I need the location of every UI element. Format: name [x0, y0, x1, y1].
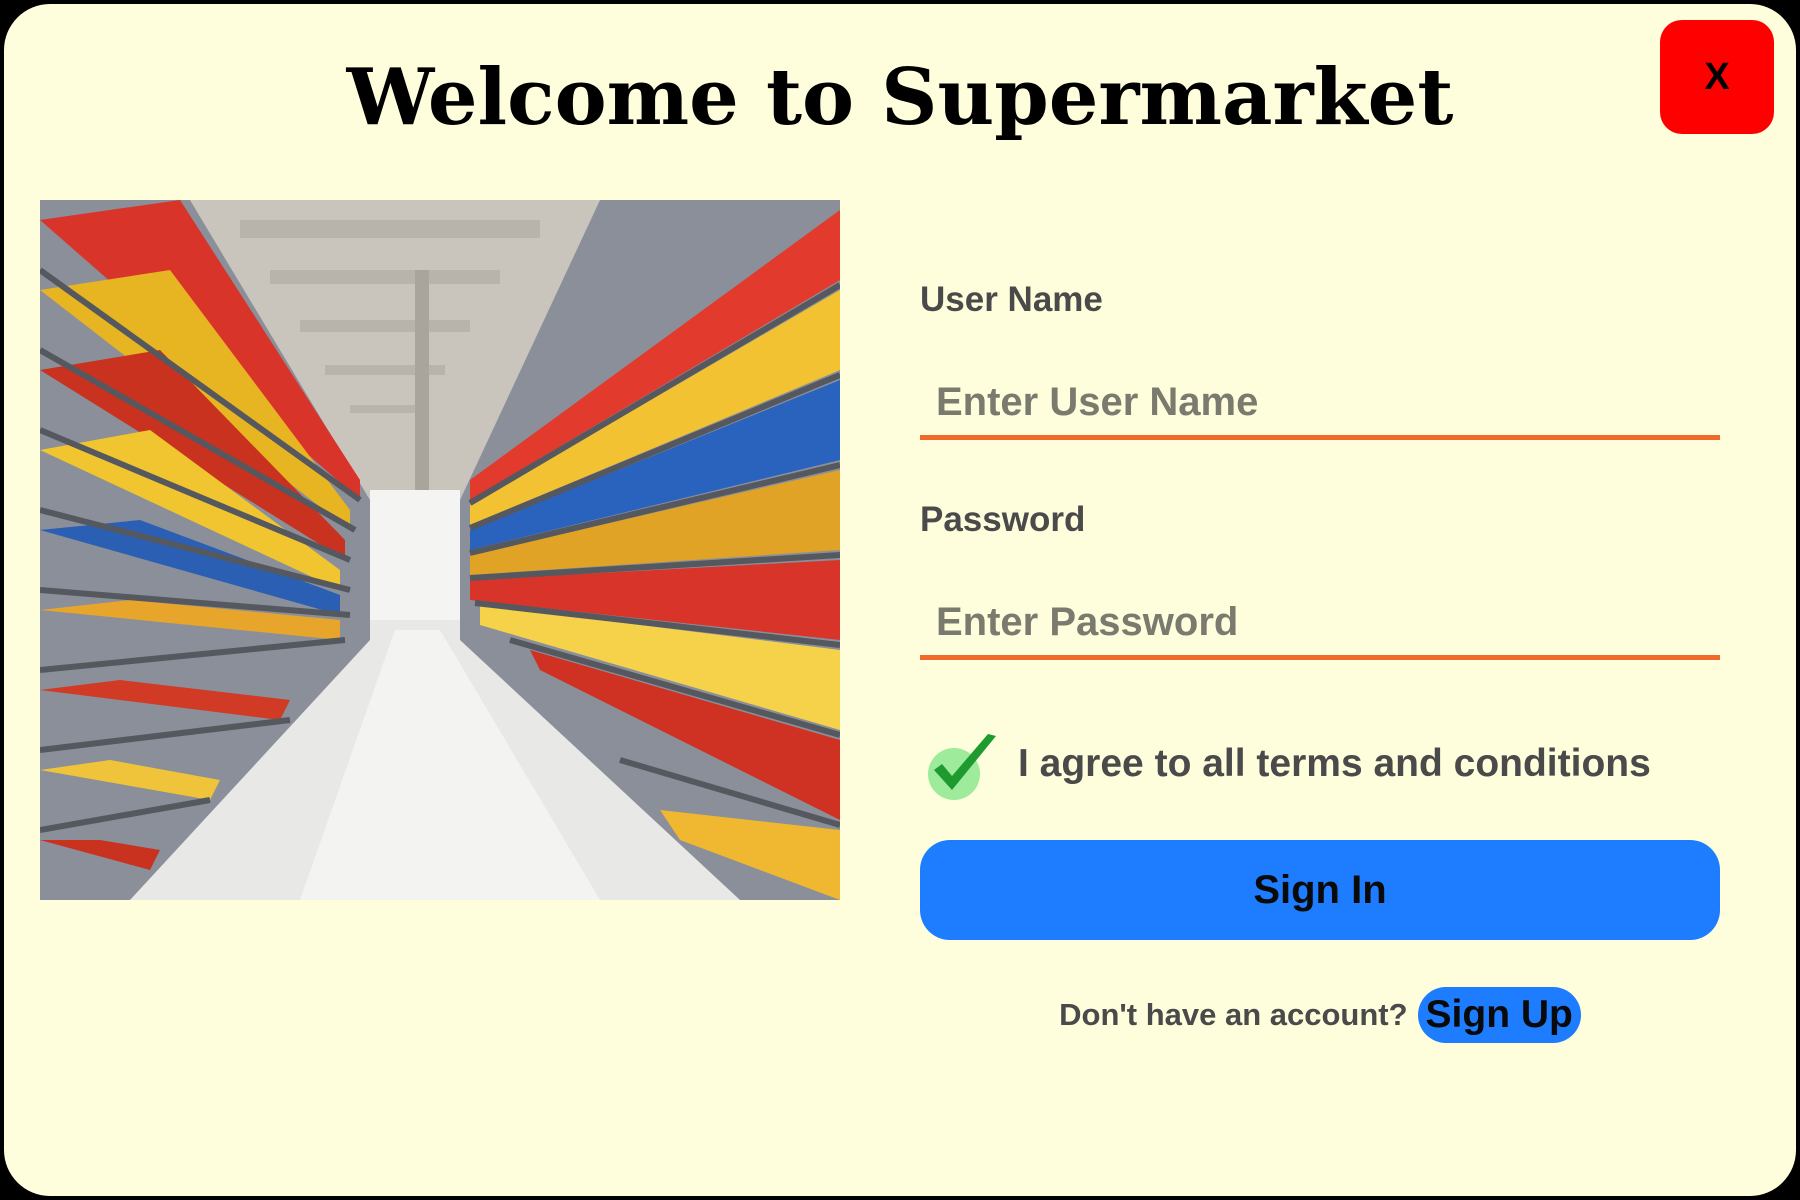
login-dialog: Welcome to Supermarket X User Name Enter… — [4, 4, 1796, 1196]
username-input[interactable] — [920, 370, 1720, 440]
password-label: Password — [920, 500, 1086, 539]
supermarket-aisle-image — [40, 200, 840, 900]
signup-row: Don't have an account? Sign Up — [920, 980, 1720, 1050]
terms-row: I agree to all terms and conditions — [920, 724, 1720, 804]
checkmark-icon[interactable] — [924, 724, 1004, 804]
terms-label: I agree to all terms and conditions — [1018, 742, 1651, 785]
sign-in-button[interactable]: Sign In — [920, 840, 1720, 940]
login-form: User Name Password I agree to all terms … — [920, 4, 1720, 1196]
signup-prompt: Don't have an account? — [1059, 997, 1408, 1032]
sign-up-link[interactable]: Sign Up — [1417, 987, 1581, 1043]
password-input[interactable] — [920, 590, 1720, 660]
username-label: User Name — [920, 280, 1103, 319]
